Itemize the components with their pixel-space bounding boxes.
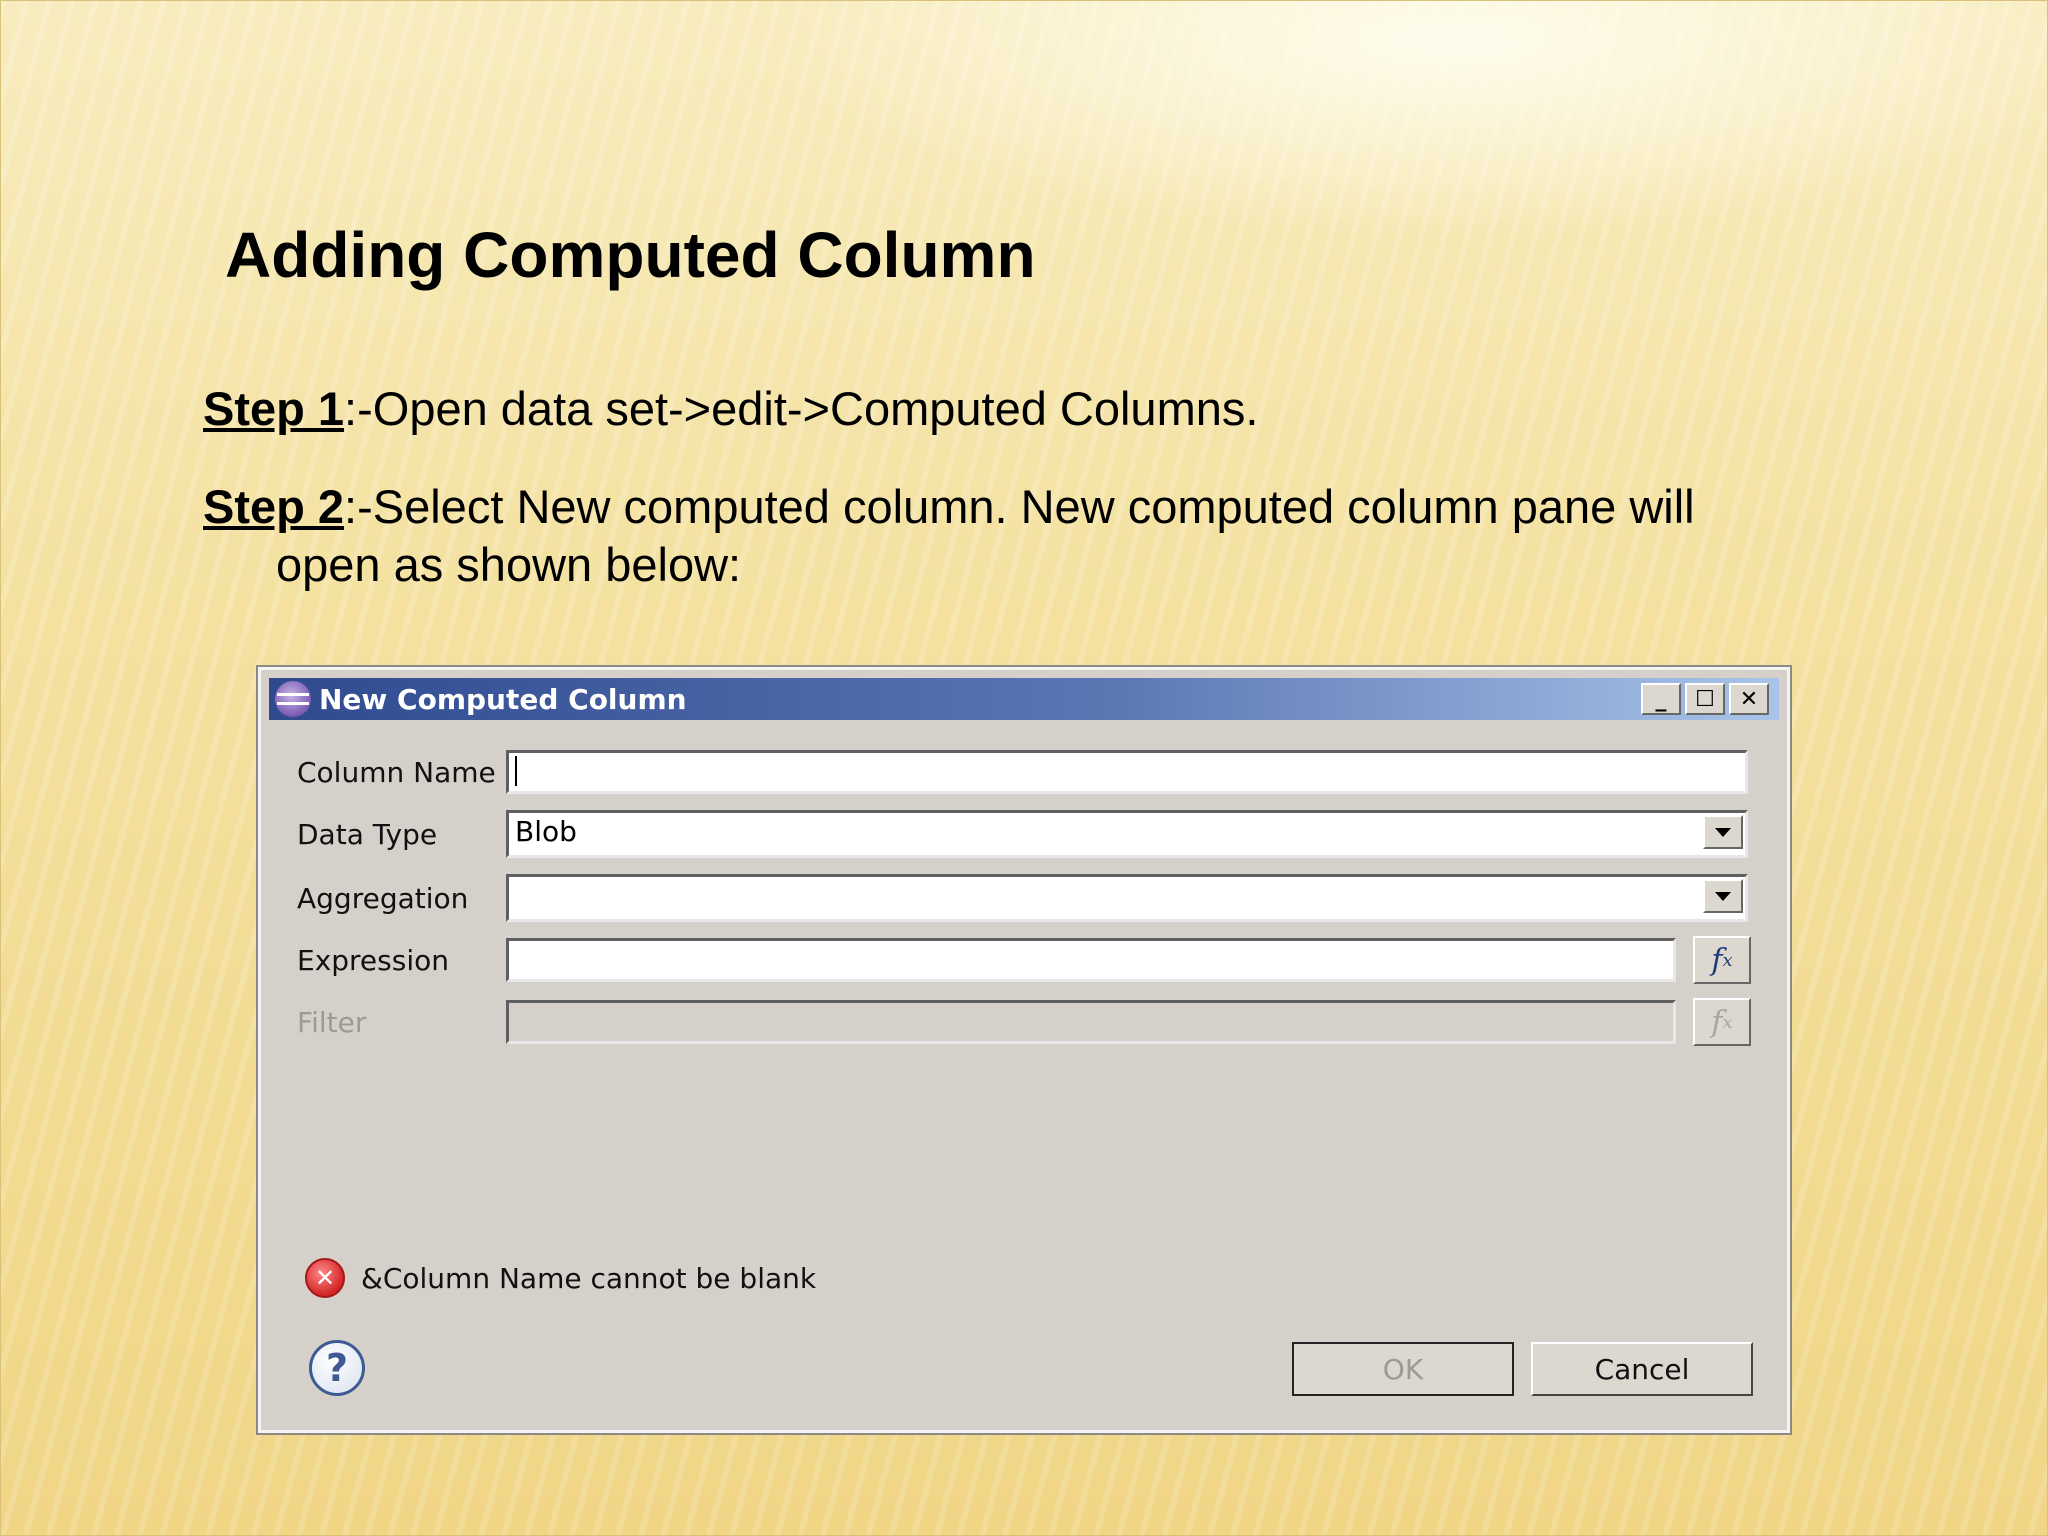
data-type-dropdown-arrow-icon[interactable] — [1703, 815, 1743, 849]
column-name-input[interactable] — [506, 750, 1748, 794]
step-1-label: Step 1 — [203, 382, 345, 435]
aggregation-label: Aggregation — [297, 882, 469, 915]
expression-builder-button[interactable]: fx — [1693, 936, 1751, 984]
dialog-title: New Computed Column — [319, 682, 687, 716]
minimize-button[interactable]: _ — [1641, 683, 1681, 715]
aggregation-dropdown-arrow-icon[interactable] — [1703, 879, 1743, 913]
step-2-text: Step 2:-Select New computed column. New … — [203, 478, 1883, 594]
step-1-text: Step 1:-Open data set->edit->Computed Co… — [203, 380, 1883, 438]
text-caret — [515, 756, 517, 786]
error-message: &Column Name cannot be blank — [361, 1261, 817, 1295]
close-button[interactable]: ✕ — [1729, 683, 1769, 715]
window-controls: _ ☐ ✕ — [1641, 683, 1769, 715]
help-icon[interactable]: ? — [309, 1340, 365, 1396]
dialog-titlebar[interactable]: New Computed Column _ ☐ ✕ — [269, 678, 1779, 720]
filter-input — [506, 1000, 1676, 1044]
data-type-select[interactable]: Blob — [506, 810, 1748, 858]
fx-icon: f — [1711, 942, 1723, 978]
aggregation-select[interactable] — [506, 874, 1748, 922]
column-name-label: Column Name — [297, 756, 496, 789]
fx-disabled-icon: f — [1711, 1004, 1723, 1040]
data-type-value: Blob — [515, 815, 577, 848]
error-icon: ✕ — [305, 1258, 345, 1298]
filter-builder-button: fx — [1693, 998, 1751, 1046]
error-message-row: ✕ &Column Name cannot be blank — [305, 1258, 816, 1298]
expression-label: Expression — [297, 944, 449, 977]
cancel-button[interactable]: Cancel — [1531, 1342, 1753, 1396]
data-type-label: Data Type — [297, 818, 438, 851]
step-1-body: :-Open data set->edit->Computed Columns. — [344, 382, 1259, 435]
app-globe-icon — [275, 681, 311, 717]
new-computed-column-dialog: New Computed Column _ ☐ ✕ Column Name Da… — [258, 667, 1790, 1433]
expression-input[interactable] — [506, 938, 1676, 982]
maximize-button[interactable]: ☐ — [1685, 683, 1725, 715]
slide-title: Adding Computed Column — [225, 219, 1036, 291]
step-2-label: Step 2 — [203, 480, 345, 533]
ok-button[interactable]: OK — [1292, 1342, 1514, 1396]
filter-label: Filter — [297, 1006, 367, 1039]
step-2-body: :-Select New computed column. New comput… — [344, 480, 1695, 533]
step-2-continuation: open as shown below: — [276, 538, 742, 591]
